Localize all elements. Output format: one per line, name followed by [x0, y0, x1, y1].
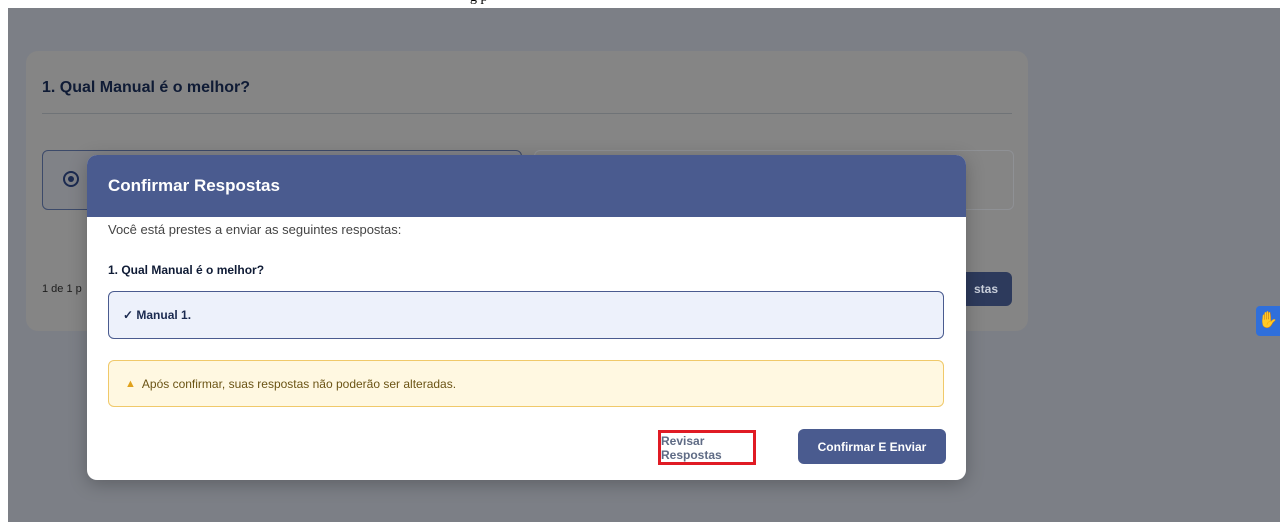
question-title: 1. Qual Manual é o melhor? — [42, 79, 251, 96]
modal-intro: Você está prestes a enviar as seguintes … — [108, 222, 402, 237]
left-strip — [0, 0, 8, 522]
top-strip: g p — [0, 0, 1280, 8]
accessibility-icon[interactable]: ✋ — [1256, 306, 1280, 336]
answer-box: ✓ Manual 1. — [108, 291, 944, 339]
confirm-modal: Confirmar Respostas Você está prestes a … — [87, 155, 966, 480]
question-divider — [42, 113, 1012, 114]
top-strip-text: g p — [470, 0, 488, 6]
warning-icon: ▲ — [125, 377, 136, 390]
confirm-send-button[interactable]: Confirmar E Enviar — [798, 429, 946, 464]
modal-question: 1. Qual Manual é o melhor? — [108, 263, 265, 277]
warning-text: Após confirmar, suas respostas não poder… — [141, 376, 457, 391]
modal-title: Confirmar Respostas — [108, 176, 280, 195]
modal-header: Confirmar Respostas — [87, 155, 966, 217]
pager-text: 1 de 1 p — [42, 283, 82, 295]
answer-text: ✓ Manual 1. — [123, 308, 192, 322]
radio-selected-icon[interactable] — [63, 171, 79, 187]
warning-box: ▲ Após confirmar, suas respostas não pod… — [108, 360, 944, 407]
review-answers-button[interactable]: Revisar Respostas — [658, 430, 756, 465]
